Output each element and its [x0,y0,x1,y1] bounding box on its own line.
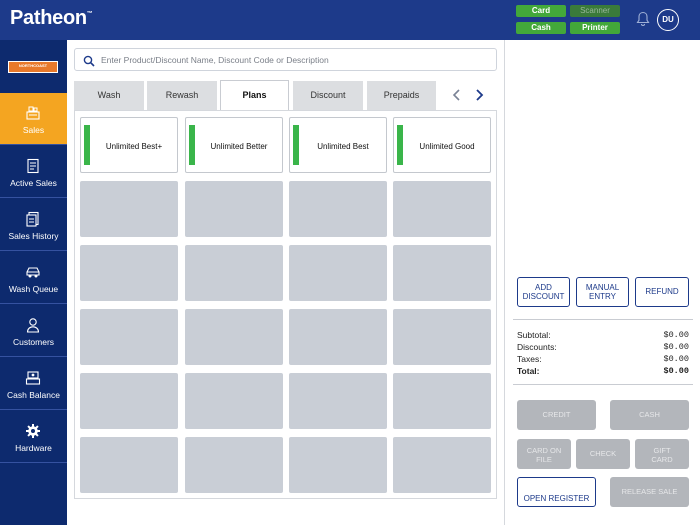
card-on-file-button[interactable]: CARD ON FILE [517,439,571,469]
sidebar-item-hardware[interactable]: Hardware [0,411,67,463]
taxes-row: Taxes: $0.00 [517,354,689,364]
empty-tile [393,373,491,429]
sidebar-item-sales-history[interactable]: Sales History [0,199,67,251]
receipt-icon [25,158,41,174]
refund-button[interactable]: REFUND [635,277,689,307]
empty-tile [80,437,178,493]
user-icon [25,317,41,333]
plan-tile-unlimited-good[interactable]: Unlimited Good [393,117,491,173]
sidebar-item-cash-balance[interactable]: Cash Balance [0,358,67,410]
empty-tile [289,245,387,301]
total-row: Total: $0.00 [517,366,689,376]
empty-tile [393,437,491,493]
empty-tile [289,181,387,237]
plan-tile-unlimited-best[interactable]: Unlimited Best [289,117,387,173]
sales-icon [25,105,41,121]
divider [513,319,693,320]
sidebar-item-wash-queue[interactable]: Wash Queue [0,252,67,304]
product-grid: Unlimited Best+ Unlimited Better Unlimit… [74,110,497,499]
register-icon [25,370,41,386]
empty-tile [80,181,178,237]
discounts-row: Discounts: $0.00 [517,342,689,352]
plan-name: Unlimited Best [317,142,369,151]
taxes-value: $0.00 [663,354,689,364]
subtotal-row: Subtotal: $0.00 [517,330,689,340]
gear-icon [25,423,41,439]
empty-tile [289,373,387,429]
scanner-status-badge: Scanner [570,5,620,17]
user-avatar[interactable]: DU [657,9,679,31]
bell-icon[interactable] [636,11,650,27]
subtotal-value: $0.00 [663,330,689,340]
add-discount-button[interactable]: ADD DISCOUNT [517,277,570,307]
plan-name: Unlimited Best+ [105,142,163,151]
car-icon [25,264,41,280]
card-status-badge: Card [516,5,566,17]
check-button[interactable]: CHECK [576,439,630,469]
empty-tile [185,373,283,429]
empty-tile [80,245,178,301]
sidebar-item-label: Sales [22,125,45,135]
cash-button[interactable]: CASH [610,400,689,430]
sidebar-item-label: Hardware [15,443,52,453]
search-icon [83,54,95,67]
printer-status-badge: Printer [570,22,620,34]
divider [513,384,693,385]
empty-tile [185,309,283,365]
empty-tile [80,373,178,429]
release-sale-button[interactable]: RELEASE SALE [610,477,689,507]
sidebar-item-label: Sales History [8,231,59,241]
app-logo: Patheon™ [10,7,93,29]
sidebar-item-label: Active Sales [10,178,57,188]
tab-wash[interactable]: Wash [74,81,144,110]
sidebar-item-sales[interactable]: Sales [0,93,67,145]
sidebar: NORTHCOAST Sales Active Sales Sales Hist… [0,40,67,525]
discounts-value: $0.00 [663,342,689,352]
plan-color-bar [293,125,299,165]
plan-name: Unlimited Better [210,142,268,151]
manual-entry-button[interactable]: MANUAL ENTRY [576,277,629,307]
credit-button[interactable]: CREDIT [517,400,596,430]
tab-rewash[interactable]: Rewash [147,81,217,110]
open-register-button[interactable]: OPEN REGISTER [517,477,596,507]
chevron-left-icon[interactable] [450,87,464,103]
plan-name: Unlimited Good [419,142,475,151]
app-header: Patheon™ Card Scanner Cash Printer DU [0,0,700,40]
cash-status-badge: Cash [516,22,566,34]
empty-tile [185,437,283,493]
empty-tile [185,181,283,237]
empty-tile [393,181,491,237]
plan-tile-unlimited-best-plus[interactable]: Unlimited Best+ [80,117,178,173]
plan-color-bar [189,125,195,165]
sidebar-item-customers[interactable]: Customers [0,305,67,357]
product-panel: Wash Rewash Plans Discount Prepaids Unli… [67,40,504,525]
plan-color-bar [397,125,403,165]
empty-tile [185,245,283,301]
chevron-right-icon[interactable] [472,87,486,103]
sidebar-item-label: Customers [12,337,55,347]
history-icon [25,211,41,227]
order-panel: ADD DISCOUNT MANUAL ENTRY REFUND Subtota… [504,40,700,525]
plan-tile-unlimited-better[interactable]: Unlimited Better [185,117,283,173]
search-input[interactable] [101,52,491,68]
sidebar-item-label: Wash Queue [8,284,59,294]
empty-tile [289,437,387,493]
location-brand-logo: NORTHCOAST [8,61,58,73]
plan-color-bar [84,125,90,165]
total-value: $0.00 [663,366,689,376]
empty-tile [289,309,387,365]
tab-discount[interactable]: Discount [293,81,363,110]
gift-card-button[interactable]: GIFT CARD [635,439,689,469]
tab-prepaids[interactable]: Prepaids [367,81,436,110]
empty-tile [80,309,178,365]
tab-plans[interactable]: Plans [220,80,289,110]
search-bar[interactable] [74,48,497,71]
empty-tile [393,245,491,301]
sidebar-item-label: Cash Balance [7,390,60,400]
sidebar-item-active-sales[interactable]: Active Sales [0,146,67,198]
empty-tile [393,309,491,365]
